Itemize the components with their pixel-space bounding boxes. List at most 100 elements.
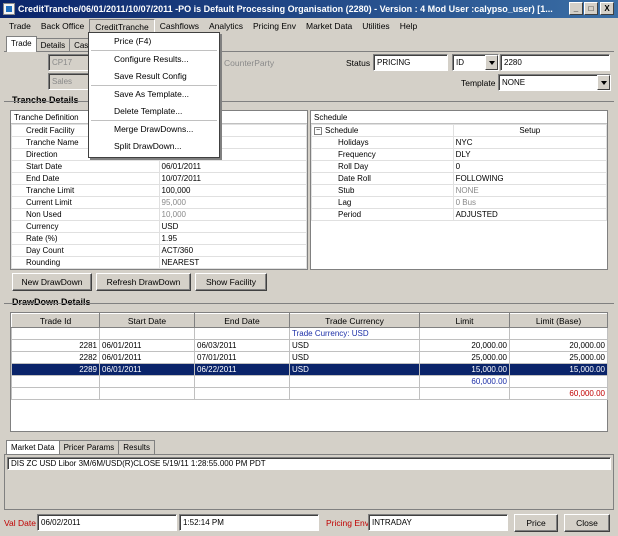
- tranche-field-label: Day Count: [11, 244, 160, 257]
- schedule-field-value[interactable]: FOLLOWING: [452, 172, 608, 185]
- start-date-cell: 06/01/2011: [99, 351, 195, 364]
- val-date-field[interactable]: 06/02/2011: [37, 514, 177, 531]
- col-trade-currency[interactable]: Trade Currency: [289, 313, 420, 328]
- col-limit-base[interactable]: Limit (Base): [509, 313, 608, 328]
- tranche-row[interactable]: Day Count ACT/360: [11, 244, 307, 257]
- menu-split-drawdown[interactable]: Split DrawDown...: [89, 138, 219, 155]
- schedule-field-value[interactable]: 0: [452, 160, 608, 173]
- tranche-row[interactable]: Rate (%) 1.95: [11, 232, 307, 245]
- tranche-field-value[interactable]: 1.95: [158, 232, 307, 245]
- menu-help[interactable]: Help: [395, 19, 422, 34]
- tranche-row[interactable]: Currency USD: [11, 220, 307, 233]
- status-field[interactable]: PRICING: [373, 54, 448, 71]
- schedule-root-row[interactable]: − Schedule Setup: [311, 124, 608, 137]
- schedule-field-value[interactable]: 0 Bus: [452, 196, 608, 209]
- schedule-row[interactable]: Date Roll FOLLOWING: [311, 172, 608, 185]
- empty-cell: [99, 387, 195, 400]
- market-data-line[interactable]: DIS ZC USD Libor 3M/6M/USD(R)CLOSE 5/19/…: [7, 457, 611, 470]
- menu-pricing-env[interactable]: Pricing Env: [248, 19, 301, 34]
- tranche-row[interactable]: Tranche Limit 100,000: [11, 184, 307, 197]
- tranche-row[interactable]: Start Date 06/01/2011: [11, 160, 307, 173]
- tranche-field-value[interactable]: ACT/360: [158, 244, 307, 257]
- close-window-button[interactable]: X: [600, 2, 614, 15]
- title-bar: CreditTranche/06/01/2011/10/07/2011 -PO …: [0, 0, 618, 18]
- col-limit[interactable]: Limit: [419, 313, 510, 328]
- drawdown-grid-panel: Trade Id Start Date End Date Trade Curre…: [10, 312, 608, 432]
- price-button[interactable]: Price: [514, 514, 558, 532]
- tranche-row[interactable]: Current Limit 95,000: [11, 196, 307, 209]
- market-data-panel: DIS ZC USD Libor 3M/6M/USD(R)CLOSE 5/19/…: [4, 454, 614, 510]
- menu-market-data[interactable]: Market Data: [301, 19, 357, 34]
- tranche-field-value[interactable]: 100,000: [158, 184, 307, 197]
- chevron-down-icon[interactable]: [597, 75, 610, 90]
- id-type-select[interactable]: ID: [452, 54, 499, 71]
- empty-cell: [194, 375, 290, 388]
- maximize-button[interactable]: □: [584, 2, 598, 15]
- time-field[interactable]: 1:52:14 PM: [179, 514, 319, 531]
- menu-merge-drawdowns[interactable]: Merge DrawDowns...: [89, 121, 219, 138]
- empty-cell: [11, 387, 100, 400]
- schedule-row[interactable]: Holidays NYC: [311, 136, 608, 149]
- menu-back-office[interactable]: Back Office: [36, 19, 89, 34]
- schedule-row[interactable]: Lag 0 Bus: [311, 196, 608, 209]
- schedule-row[interactable]: Frequency DLY: [311, 148, 608, 161]
- trade-id-field[interactable]: 2280: [500, 54, 610, 71]
- schedule-field-value[interactable]: NYC: [452, 136, 608, 149]
- empty-cell: [419, 387, 510, 400]
- chevron-down-icon[interactable]: [485, 55, 498, 70]
- schedule-field-value[interactable]: ADJUSTED: [452, 208, 608, 221]
- menu-save-result-config[interactable]: Save Result Config: [89, 68, 219, 85]
- tranche-field-value[interactable]: 10,000: [158, 208, 307, 221]
- tranche-row[interactable]: Non Used 10,000: [11, 208, 307, 221]
- schedule-row[interactable]: Roll Day 0: [311, 160, 608, 173]
- total-row[interactable]: 60,000.00: [11, 387, 608, 400]
- schedule-row[interactable]: Stub NONE: [311, 184, 608, 197]
- col-end-date[interactable]: End Date: [194, 313, 290, 328]
- pricing-env-label: Pricing Env: [326, 518, 369, 528]
- tab-results[interactable]: Results: [118, 440, 155, 454]
- tranche-field-value[interactable]: 06/01/2011: [158, 160, 307, 173]
- menu-utilities[interactable]: Utilities: [357, 19, 394, 34]
- subtotal-row[interactable]: 60,000.00: [11, 375, 608, 388]
- end-date-cell: 06/22/2011: [194, 363, 290, 376]
- tranche-field-value[interactable]: 95,000: [158, 196, 307, 209]
- tranche-field-value[interactable]: NEAREST: [158, 256, 307, 269]
- trade-id-cell: 2281: [11, 339, 100, 352]
- template-select[interactable]: NONE: [498, 74, 611, 91]
- schedule-field-value[interactable]: DLY: [452, 148, 608, 161]
- tab-market-data[interactable]: Market Data: [6, 440, 60, 454]
- tab-pricer-params[interactable]: Pricer Params: [58, 440, 120, 454]
- group-row[interactable]: Trade Currency: USD: [11, 327, 608, 340]
- menu-trade[interactable]: Trade: [4, 19, 36, 34]
- tranche-field-value[interactable]: USD: [158, 220, 307, 233]
- menu-delete-template[interactable]: Delete Template...: [89, 103, 219, 120]
- close-button[interactable]: Close: [564, 514, 610, 532]
- tranche-row[interactable]: Rounding NEAREST: [11, 256, 307, 269]
- tranche-field-label: Current Limit: [11, 196, 160, 209]
- show-facility-button[interactable]: Show Facility: [195, 273, 267, 291]
- start-date-cell: 06/01/2011: [99, 339, 195, 352]
- table-row[interactable]: 2289 06/01/2011 06/22/2011 USD 15,000.00 15,0…: [11, 363, 608, 376]
- menu-save-as-template[interactable]: Save As Template...: [89, 86, 219, 103]
- menu-price[interactable]: Price (F4): [89, 33, 219, 50]
- minimize-button[interactable]: _: [569, 2, 583, 15]
- tab-details[interactable]: Details: [35, 38, 71, 52]
- schedule-field-label: Holidays: [311, 136, 454, 149]
- menu-configure-results[interactable]: Configure Results...: [89, 51, 219, 68]
- new-drawdown-button[interactable]: New DrawDown: [12, 273, 92, 291]
- table-row[interactable]: 2281 06/01/2011 06/03/2011 USD 20,000.00 20,0…: [11, 339, 608, 352]
- schedule-field-value[interactable]: NONE: [452, 184, 608, 197]
- table-row[interactable]: 2282 06/01/2011 07/01/2011 USD 25,000.00 25,0…: [11, 351, 608, 364]
- schedule-row[interactable]: Period ADJUSTED: [311, 208, 608, 221]
- refresh-drawdown-button[interactable]: Refresh DrawDown: [96, 273, 191, 291]
- limit-cell: 25,000.00: [419, 351, 510, 364]
- col-start-date[interactable]: Start Date: [99, 313, 195, 328]
- tranche-row[interactable]: End Date 10/07/2011: [11, 172, 307, 185]
- tranche-field-value[interactable]: 10/07/2011: [158, 172, 307, 185]
- collapse-icon[interactable]: −: [314, 126, 322, 135]
- currency-cell: USD: [289, 363, 420, 376]
- col-trade-id[interactable]: Trade Id: [11, 313, 100, 328]
- pricing-env-field[interactable]: INTRADAY: [368, 514, 508, 531]
- tab-trade[interactable]: Trade: [6, 36, 37, 52]
- schedule-field-label: Period: [311, 208, 454, 221]
